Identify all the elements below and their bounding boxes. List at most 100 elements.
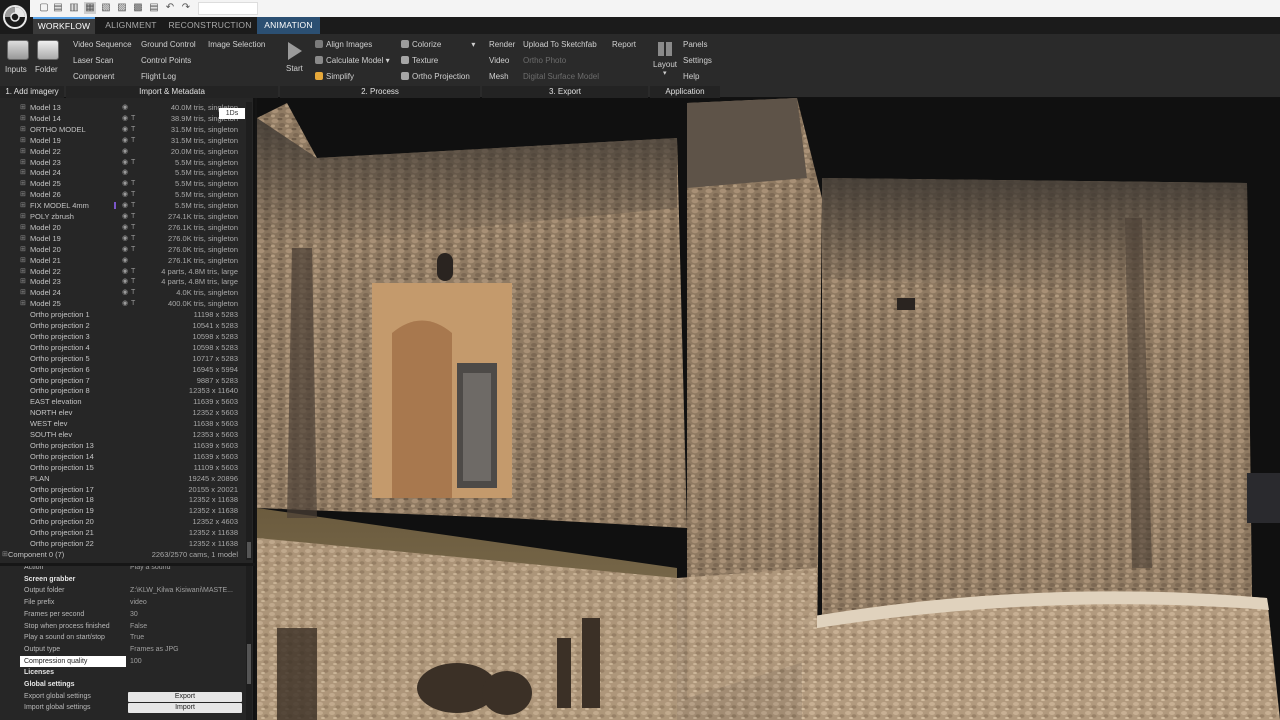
layout-1-icon[interactable]: ▦ xyxy=(84,2,96,14)
visibility-eye-icon[interactable]: ◉ xyxy=(122,124,128,135)
video-sequence-button[interactable]: Video Sequence xyxy=(73,40,132,49)
settings-row[interactable]: File prefix video xyxy=(0,597,248,609)
visibility-eye-icon[interactable]: ◉ xyxy=(122,298,128,309)
settings-row[interactable]: Action Play a sound xyxy=(0,566,248,574)
tree-item[interactable]: ⊞ Model 20 ◉ T 276.1K tris, singleton xyxy=(0,222,244,233)
settings-row[interactable]: Output folder Z:\KLW_Kilwa Kisiwani\MASTE… xyxy=(0,585,248,597)
help-button[interactable]: Help xyxy=(683,72,699,81)
title-field[interactable] xyxy=(198,2,258,15)
tree-item[interactable]: ⊞ Model 22 ◉ 20.0M tris, singleton xyxy=(0,146,244,157)
settings-value[interactable]: 100 xyxy=(130,656,242,668)
tree-item[interactable]: Ortho projection 17 20155 x 20021 xyxy=(0,484,244,495)
layout-5-icon[interactable]: ▤ xyxy=(148,2,160,14)
texture-flag-icon[interactable]: T xyxy=(131,157,135,168)
texture-flag-icon[interactable]: T xyxy=(131,276,135,287)
visibility-eye-icon[interactable]: ◉ xyxy=(122,146,128,157)
upload-sketchfab-button[interactable]: Upload To Sketchfab xyxy=(523,40,597,49)
expand-icon[interactable]: ⊞ xyxy=(20,211,26,222)
tab-animation[interactable]: ANIMATION xyxy=(257,17,320,34)
visibility-eye-icon[interactable]: ◉ xyxy=(122,102,128,113)
tree-item[interactable]: EAST elevation 11639 x 5603 xyxy=(0,396,244,407)
app-logo-icon[interactable] xyxy=(0,0,30,34)
texture-flag-icon[interactable]: T xyxy=(131,135,135,146)
panels-button[interactable]: Panels xyxy=(683,40,707,49)
expand-icon[interactable]: ⊞ xyxy=(20,222,26,233)
expand-icon[interactable]: ⊞ xyxy=(20,124,26,135)
tree-item[interactable]: ⊞ FIX MODEL 4mm ◉ T 5.5M tris, singleton xyxy=(0,200,244,211)
component-row[interactable]: ⊞ Component 0 (7) 2263/2570 cams, 1 model xyxy=(0,549,244,560)
expand-icon[interactable]: ⊞ xyxy=(20,146,26,157)
visibility-eye-icon[interactable]: ◉ xyxy=(122,233,128,244)
open-project-icon[interactable]: ▤ xyxy=(52,2,64,14)
new-project-icon[interactable]: ▢ xyxy=(38,2,50,14)
settings-value[interactable]: video xyxy=(130,597,242,609)
texture-flag-icon[interactable]: T xyxy=(131,287,135,298)
tab-alignment[interactable]: ALIGNMENT xyxy=(98,17,164,34)
control-points-button[interactable]: Control Points xyxy=(141,56,191,65)
flight-log-button[interactable]: Flight Log xyxy=(141,72,176,81)
texture-flag-icon[interactable]: T xyxy=(131,200,135,211)
tree-item[interactable]: NORTH elev 12352 x 5603 xyxy=(0,407,244,418)
texture-flag-icon[interactable]: T xyxy=(131,113,135,124)
tree-item[interactable]: SOUTH elev 12353 x 5603 xyxy=(0,429,244,440)
tree-item[interactable]: ⊞ Model 19 ◉ T 31.5M tris, singleton xyxy=(0,135,244,146)
expand-icon[interactable]: ⊞ xyxy=(20,266,26,277)
tree-item[interactable]: WEST elev 11638 x 5603 xyxy=(0,418,244,429)
expand-icon[interactable]: ⊞ xyxy=(2,549,8,560)
align-images-button[interactable]: Align Images xyxy=(315,40,372,49)
tree-item[interactable]: Ortho projection 5 10717 x 5283 xyxy=(0,353,244,364)
tree-item[interactable]: Ortho projection 8 12353 x 11640 xyxy=(0,385,244,396)
visibility-eye-icon[interactable]: ◉ xyxy=(122,200,128,211)
report-button[interactable]: Report xyxy=(612,40,636,49)
settings-value[interactable]: Z:\KLW_Kilwa Kisiwani\MASTE... xyxy=(130,585,242,597)
tree-item[interactable]: Ortho projection 6 16945 x 5994 xyxy=(0,364,244,375)
settings-action-button[interactable]: Import xyxy=(128,703,242,714)
settings-value[interactable]: 30 xyxy=(130,609,242,621)
texture-flag-icon[interactable]: T xyxy=(131,189,135,200)
calculate-model-button[interactable]: Calculate Model ▾ xyxy=(315,56,390,65)
colorize-button[interactable]: Colorize ▾ xyxy=(401,40,475,49)
texture-flag-icon[interactable]: T xyxy=(131,244,135,255)
laser-scan-button[interactable]: Laser Scan xyxy=(73,56,113,65)
expand-icon[interactable]: ⊞ xyxy=(20,135,26,146)
tree-scrollbar[interactable] xyxy=(246,102,252,560)
tree-item[interactable]: ⊞ Model 26 ◉ T 5.5M tris, singleton xyxy=(0,189,244,200)
tree-item[interactable]: Ortho projection 14 11639 x 5603 xyxy=(0,451,244,462)
ortho-photo-button[interactable]: Ortho Photo xyxy=(523,56,566,65)
tab-workflow[interactable]: WORKFLOW xyxy=(33,17,95,34)
save-icon[interactable]: ▥ xyxy=(68,2,80,14)
expand-icon[interactable]: ⊞ xyxy=(20,102,26,113)
expand-icon[interactable]: ⊞ xyxy=(20,200,26,211)
dsm-button[interactable]: Digital Surface Model xyxy=(523,72,599,81)
tree-item[interactable]: Ortho projection 21 12352 x 11638 xyxy=(0,527,244,538)
visibility-eye-icon[interactable]: ◉ xyxy=(122,211,128,222)
tree-item[interactable]: ⊞ Model 14 ◉ T 38.9M tris, singleton xyxy=(0,113,244,124)
mesh-button[interactable]: Mesh xyxy=(489,72,509,81)
tree-item[interactable]: ⊞ Model 19 ◉ T 276.0K tris, singleton xyxy=(0,233,244,244)
settings-scrollbar-thumb[interactable] xyxy=(247,644,251,684)
settings-value[interactable]: False xyxy=(130,621,242,633)
settings-row[interactable]: Import global settings Import xyxy=(0,702,248,714)
layout-button[interactable]: Layout ▾ xyxy=(652,40,680,82)
tree-item[interactable]: Ortho projection 19 12352 x 11638 xyxy=(0,505,244,516)
tree-item[interactable]: ⊞ Model 23 ◉ T 4 parts, 4.8M tris, large xyxy=(0,276,244,287)
visibility-eye-icon[interactable]: ◉ xyxy=(122,255,128,266)
tree-item[interactable]: ⊞ Model 24 ◉ 5.5M tris, singleton xyxy=(0,167,244,178)
expand-icon[interactable]: ⊞ xyxy=(20,255,26,266)
component-button[interactable]: Component xyxy=(73,72,114,81)
texture-flag-icon[interactable]: T xyxy=(131,298,135,309)
tree-item[interactable]: Ortho projection 20 12352 x 4603 xyxy=(0,516,244,527)
tree-item[interactable]: Ortho projection 4 10598 x 5283 xyxy=(0,342,244,353)
visibility-eye-icon[interactable]: ◉ xyxy=(122,266,128,277)
expand-icon[interactable]: ⊞ xyxy=(20,298,26,309)
visibility-eye-icon[interactable]: ◉ xyxy=(122,157,128,168)
ground-control-button[interactable]: Ground Control xyxy=(141,40,196,49)
tree-item[interactable]: Ortho projection 18 12352 x 11638 xyxy=(0,494,244,505)
texture-button[interactable]: Texture xyxy=(401,56,438,65)
tree-item[interactable]: Ortho projection 3 10598 x 5283 xyxy=(0,331,244,342)
settings-row[interactable]: Play a sound on start/stop True xyxy=(0,632,248,644)
visibility-eye-icon[interactable]: ◉ xyxy=(122,244,128,255)
expand-icon[interactable]: ⊞ xyxy=(20,113,26,124)
settings-row[interactable]: Compression quality 100 xyxy=(0,655,248,668)
tree-item[interactable]: Ortho projection 2 10541 x 5283 xyxy=(0,320,244,331)
